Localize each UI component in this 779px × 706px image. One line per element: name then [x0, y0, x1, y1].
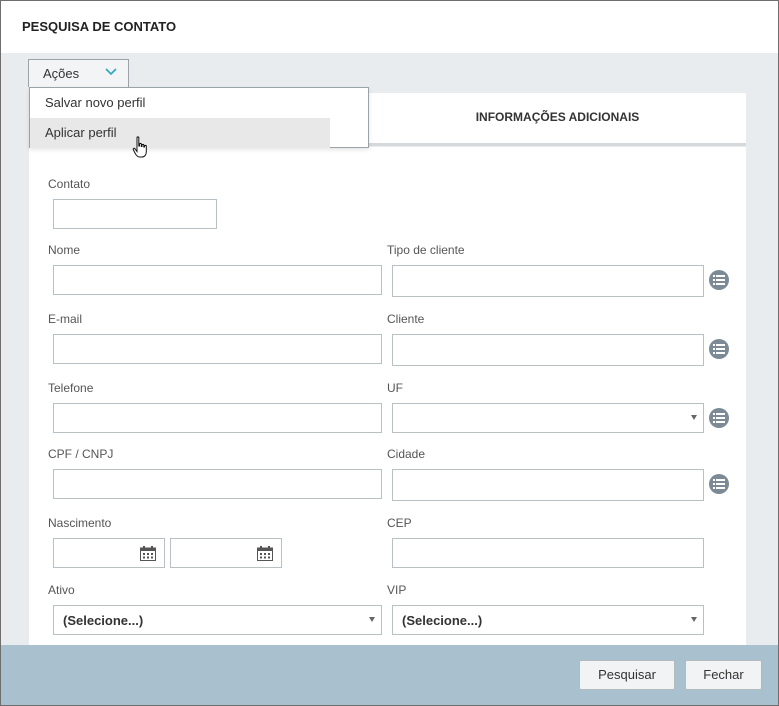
cliente-label: Cliente	[387, 312, 425, 326]
calendar-icon[interactable]	[140, 546, 156, 561]
list-icon[interactable]	[709, 474, 729, 494]
tab-informacoes-adicionais-label: INFORMAÇÕES ADICIONAIS	[475, 110, 640, 124]
tipo-cliente-input[interactable]	[392, 265, 704, 297]
ativo-select[interactable]: (Selecione...)	[53, 605, 382, 635]
nascimento-start-input[interactable]	[53, 538, 165, 568]
cpf-cnpj-label: CPF / CNPJ	[48, 447, 114, 461]
fechar-button[interactable]: Fechar	[685, 660, 762, 690]
nome-label: Nome	[48, 243, 81, 257]
chevron-down-icon	[105, 68, 117, 76]
contato-input[interactable]	[53, 199, 217, 229]
menu-item-label: Aplicar perfil	[45, 125, 117, 140]
telefone-input[interactable]	[53, 403, 382, 433]
tab-divider	[369, 143, 746, 146]
select-arrow-icon	[691, 415, 697, 420]
uf-select[interactable]	[392, 403, 704, 433]
tab-informacoes-adicionais[interactable]: INFORMAÇÕES ADICIONAIS	[369, 93, 746, 143]
cidade-label: Cidade	[387, 447, 426, 461]
ativo-label: Ativo	[48, 583, 75, 597]
pesquisar-button[interactable]: Pesquisar	[579, 660, 675, 690]
form-panel: Contato Nome Tipo de cliente E-mail Clie…	[29, 147, 746, 645]
calendar-icon[interactable]	[257, 546, 273, 561]
uf-label: UF	[387, 381, 403, 395]
vip-select[interactable]: (Selecione...)	[392, 605, 704, 635]
menu-item-aplicar-perfil[interactable]: Aplicar perfil	[30, 118, 330, 148]
contato-label: Contato	[48, 177, 91, 191]
select-arrow-icon	[369, 617, 375, 622]
list-icon[interactable]	[709, 339, 729, 359]
cep-input[interactable]	[392, 538, 704, 568]
contact-search-dialog: PESQUISA DE CONTATO Ações INFORMAÇÕES AD…	[0, 0, 779, 706]
telefone-label: Telefone	[48, 381, 94, 395]
menu-item-label: Salvar novo perfil	[45, 95, 146, 110]
acoes-dropdown-menu: Salvar novo perfil Aplicar perfil	[29, 87, 369, 148]
dialog-footer: Pesquisar Fechar	[1, 645, 778, 705]
cliente-input[interactable]	[392, 334, 704, 366]
dialog-titlebar: PESQUISA DE CONTATO	[1, 1, 778, 53]
cidade-input[interactable]	[392, 469, 704, 501]
cep-label: CEP	[387, 516, 412, 530]
dialog-title: PESQUISA DE CONTATO	[22, 19, 177, 34]
hand-cursor-icon	[132, 136, 147, 158]
vip-label: VIP	[387, 583, 407, 597]
acoes-label: Ações	[43, 66, 80, 81]
list-icon[interactable]	[709, 408, 729, 428]
ativo-selected-value: (Selecione...)	[63, 613, 144, 628]
cpf-cnpj-input[interactable]	[53, 469, 382, 499]
tipo-cliente-label: Tipo de cliente	[387, 243, 465, 257]
select-arrow-icon	[691, 617, 697, 622]
email-label: E-mail	[48, 312, 83, 326]
email-input[interactable]	[53, 334, 382, 364]
nascimento-end-input[interactable]	[170, 538, 282, 568]
acoes-dropdown-button[interactable]: Ações	[28, 59, 129, 87]
list-icon[interactable]	[709, 270, 729, 290]
nome-input[interactable]	[53, 265, 382, 295]
nascimento-label: Nascimento	[48, 516, 112, 530]
menu-item-salvar-novo-perfil[interactable]: Salvar novo perfil	[30, 88, 330, 118]
vip-selected-value: (Selecione...)	[402, 613, 483, 628]
